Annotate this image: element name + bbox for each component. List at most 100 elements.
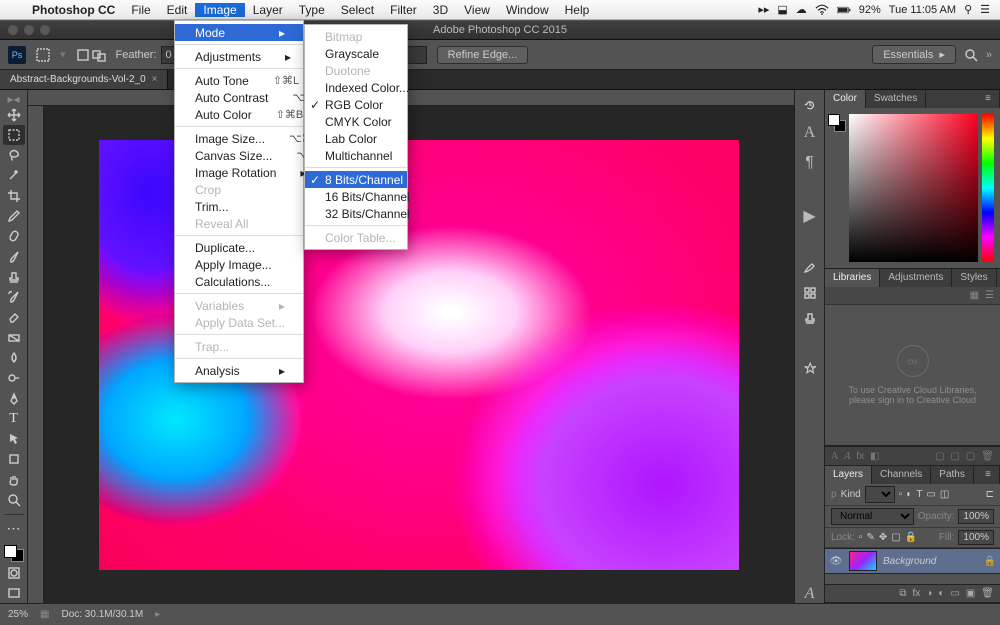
search-icon[interactable] xyxy=(964,48,978,62)
lasso-tool[interactable] xyxy=(3,146,25,165)
tab-close-icon[interactable]: × xyxy=(152,74,158,85)
blur-tool[interactable] xyxy=(3,348,25,367)
menu-3d[interactable]: 3D xyxy=(425,3,456,17)
mi-mode[interactable]: Mode▸ xyxy=(175,24,303,41)
menu-view[interactable]: View xyxy=(456,3,498,17)
lib-view-list-icon[interactable]: ☰ xyxy=(985,290,994,301)
link-layers-icon[interactable]: ⧉ xyxy=(899,588,906,599)
mi-analysis[interactable]: Analysis▸ xyxy=(175,362,303,379)
filter-type-icon[interactable]: T xyxy=(916,489,922,500)
type-tool[interactable]: T xyxy=(3,409,25,428)
ruler-horizontal[interactable] xyxy=(28,90,794,106)
doc-size[interactable]: Doc: 30.1M/30.1M xyxy=(61,609,143,620)
tab-color[interactable]: Color xyxy=(825,90,866,108)
mi-calculations[interactable]: Calculations... xyxy=(175,273,303,290)
wifi-icon[interactable] xyxy=(815,3,829,17)
actions-panel-icon[interactable]: ▶ xyxy=(803,206,815,226)
adjustment-layer-icon[interactable]: ◐ xyxy=(938,588,944,599)
move-tool[interactable] xyxy=(3,105,25,124)
canvas-viewport[interactable] xyxy=(44,106,794,603)
ruler-vertical[interactable] xyxy=(28,106,44,603)
layer-visibility-icon[interactable]: 👁 xyxy=(829,556,843,567)
tab-paths[interactable]: Paths xyxy=(931,466,974,484)
shape-tool[interactable] xyxy=(3,450,25,469)
type-clip-icon[interactable]: ◧ xyxy=(870,451,879,462)
layer-lock-icon[interactable]: 🔒 xyxy=(984,556,996,567)
lock-artboard-icon[interactable]: ▢ xyxy=(891,532,900,543)
lock-all-icon[interactable]: 🔒 xyxy=(905,532,917,543)
layer-mask-icon[interactable]: ◑ xyxy=(926,588,932,599)
type-btn-2[interactable]: ▢ xyxy=(950,451,959,462)
tab-libraries[interactable]: Libraries xyxy=(825,269,880,287)
mm-32bit[interactable]: 32 Bits/Channel xyxy=(305,205,407,222)
fastforward-icon[interactable]: ▸▸ xyxy=(758,3,769,16)
mm-lab[interactable]: Lab Color xyxy=(305,130,407,147)
mm-grayscale[interactable]: Grayscale xyxy=(305,45,407,62)
mi-auto-color[interactable]: Auto Color⇧⌘B xyxy=(175,106,303,123)
eraser-tool[interactable] xyxy=(3,308,25,327)
pen-tool[interactable] xyxy=(3,389,25,408)
stamp-tool[interactable] xyxy=(3,267,25,286)
new-layer-icon[interactable]: ▣ xyxy=(966,588,975,599)
lock-pos-icon[interactable]: ✥ xyxy=(879,532,887,543)
menu-type[interactable]: Type xyxy=(291,3,333,17)
type-trash-icon[interactable]: 🗑 xyxy=(981,451,994,462)
handle-icon[interactable]: ▸◂ xyxy=(3,94,25,104)
mi-auto-contrast[interactable]: Auto Contrast⌥⇧⌘L xyxy=(175,89,303,106)
menu-image[interactable]: Image xyxy=(195,3,244,17)
mm-8bit[interactable]: ✓8 Bits/Channel xyxy=(305,171,407,188)
brush-tool[interactable] xyxy=(3,247,25,266)
maximize-button[interactable] xyxy=(40,25,50,35)
layer-row-background[interactable]: 👁 Background 🔒 xyxy=(825,548,1000,574)
mi-auto-tone[interactable]: Auto Tone⇧⌘L xyxy=(175,72,303,89)
type-btn-3[interactable]: ▢ xyxy=(966,451,975,462)
minimize-button[interactable] xyxy=(24,25,34,35)
lock-trans-icon[interactable]: ▫ xyxy=(859,532,863,543)
libraries-panel-menu-icon[interactable]: ≡ xyxy=(997,269,1000,287)
mi-canvas-size[interactable]: Canvas Size...⌥⌘C xyxy=(175,147,303,164)
healing-tool[interactable] xyxy=(3,227,25,246)
opacity-input[interactable]: 100% xyxy=(958,509,994,524)
type-btn-1[interactable]: ▢ xyxy=(935,451,944,462)
menu-select[interactable]: Select xyxy=(333,3,382,17)
dodge-tool[interactable] xyxy=(3,369,25,388)
mi-duplicate[interactable]: Duplicate... xyxy=(175,239,303,256)
filter-smart-icon[interactable]: ◫ xyxy=(940,489,949,500)
tab-channels[interactable]: Channels xyxy=(872,466,931,484)
screenmode-icon[interactable] xyxy=(3,584,25,603)
filter-pixel-icon[interactable]: ▫ xyxy=(899,489,903,500)
filter-toggle[interactable]: ⊏ xyxy=(986,489,994,500)
layer-fx-icon[interactable]: fx xyxy=(913,588,921,599)
mi-trim[interactable]: Trim... xyxy=(175,198,303,215)
mm-cmyk[interactable]: CMYK Color xyxy=(305,113,407,130)
tab-adjustments[interactable]: Adjustments xyxy=(880,269,952,287)
eyedropper-tool[interactable] xyxy=(3,206,25,225)
hand-tool[interactable] xyxy=(3,470,25,489)
close-button[interactable] xyxy=(8,25,18,35)
menu-edit[interactable]: Edit xyxy=(159,3,196,17)
mm-multichannel[interactable]: Multichannel xyxy=(305,147,407,164)
cloud-sync-icon[interactable]: ☁ xyxy=(796,3,807,16)
blend-mode-dd[interactable]: Normal xyxy=(831,508,914,525)
tool-preset-icon[interactable] xyxy=(36,48,50,62)
paragraph-panel-icon[interactable]: ¶ xyxy=(805,154,814,172)
color-panel-swatches[interactable] xyxy=(828,114,846,132)
navigator-panel-icon[interactable] xyxy=(803,360,817,374)
tab-swatches[interactable]: Swatches xyxy=(866,90,926,108)
history-panel-icon[interactable] xyxy=(803,98,817,112)
mi-image-size[interactable]: Image Size...⌥⌘I xyxy=(175,130,303,147)
layer-name[interactable]: Background xyxy=(883,556,978,567)
path-select-tool[interactable] xyxy=(3,430,25,449)
quickmask-icon[interactable] xyxy=(3,563,25,582)
tab-styles[interactable]: Styles xyxy=(952,269,996,287)
selection-mode-icons[interactable] xyxy=(76,48,106,62)
panel-collapse-icon[interactable]: » xyxy=(986,49,992,61)
crop-tool[interactable] xyxy=(3,186,25,205)
workspace-switcher[interactable]: Essentials▸ xyxy=(872,45,956,64)
menu-file[interactable]: File xyxy=(123,3,158,17)
type-aa-icon[interactable]: A xyxy=(844,451,850,462)
edit-toolbar-icon[interactable]: ⋯ xyxy=(3,519,25,538)
app-name[interactable]: Photoshop CC xyxy=(24,3,123,17)
notification-icon[interactable]: ☰ xyxy=(980,3,990,16)
layer-thumbnail[interactable] xyxy=(849,551,877,571)
